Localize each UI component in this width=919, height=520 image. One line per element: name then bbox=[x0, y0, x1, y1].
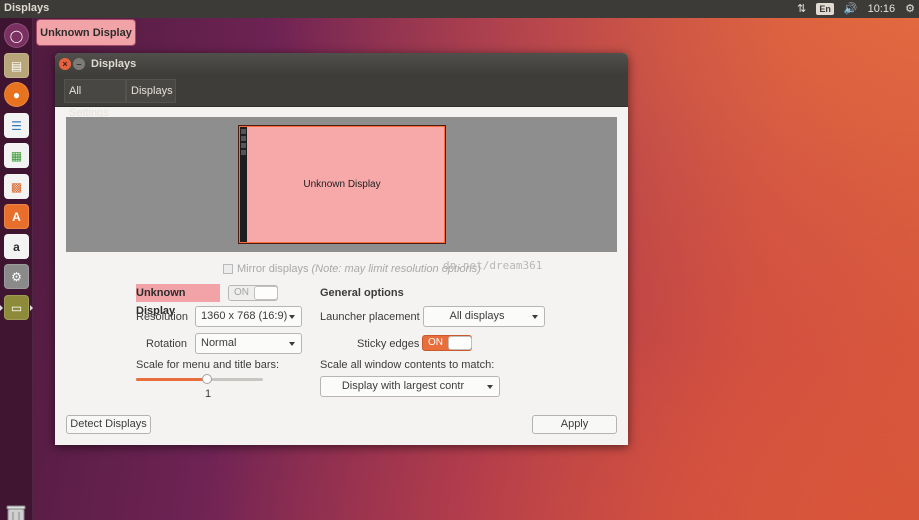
chevron-down-icon bbox=[532, 315, 538, 319]
window-title: Displays bbox=[91, 58, 137, 70]
scale-menu-label: Scale for menu and title bars: bbox=[136, 359, 280, 371]
sticky-switch-state: ON bbox=[428, 337, 443, 348]
displays-settings-icon[interactable]: ▭ bbox=[4, 295, 33, 320]
display-switch-state: ON bbox=[234, 287, 249, 298]
switch-knob bbox=[448, 336, 472, 350]
chevron-down-icon bbox=[289, 315, 295, 319]
scale-value: 1 bbox=[205, 388, 212, 400]
scale-slider-track[interactable] bbox=[136, 378, 263, 381]
rotation-label: Rotation bbox=[146, 338, 187, 350]
monitor-preview[interactable]: Unknown Display bbox=[238, 125, 446, 244]
resolution-label: Resolution bbox=[136, 311, 188, 323]
resolution-select[interactable]: 1360 x 768 (16:9) bbox=[195, 306, 302, 327]
mirror-displays-checkbox[interactable] bbox=[223, 264, 233, 274]
software-center-icon[interactable]: A bbox=[4, 204, 29, 229]
close-icon[interactable]: × bbox=[59, 58, 71, 70]
sticky-edges-switch[interactable]: ON bbox=[422, 335, 472, 351]
rotation-select[interactable]: Normal bbox=[195, 333, 302, 354]
window-titlebar[interactable]: × – Displays bbox=[55, 53, 628, 75]
rotation-value: Normal bbox=[201, 337, 237, 349]
breadcrumb: All Settings Displays bbox=[55, 75, 628, 119]
clock[interactable]: 10:16 bbox=[868, 0, 896, 18]
switch-knob bbox=[254, 286, 278, 300]
gear-icon[interactable]: ⚙ bbox=[905, 0, 915, 18]
monitor-label: Unknown Display bbox=[303, 179, 381, 190]
libreoffice-impress-icon[interactable]: ▩ bbox=[4, 174, 29, 199]
display-name-label: Unknown Display bbox=[136, 284, 220, 317]
launcher-placement-select[interactable]: All displays bbox=[423, 306, 545, 327]
libreoffice-calc-icon[interactable]: ▦ bbox=[4, 143, 29, 168]
chevron-down-icon bbox=[289, 342, 295, 346]
displays-window: × – Displays All Settings Displays Unkno… bbox=[55, 53, 628, 445]
volume-icon[interactable]: 🔊 bbox=[844, 0, 858, 18]
scale-slider-fill bbox=[136, 378, 208, 381]
running-indicator bbox=[0, 305, 3, 311]
general-options-heading: General options bbox=[320, 287, 404, 299]
monitor-launcher-strip bbox=[240, 127, 247, 242]
displays-breadcrumb-button[interactable]: Displays bbox=[126, 79, 176, 103]
top-panel: Displays ⇅ En 🔊 10:16 ⚙ bbox=[0, 0, 919, 18]
scale-all-label: Scale all window contents to match: bbox=[320, 359, 495, 371]
launcher-tooltip: Unknown Display bbox=[36, 19, 136, 46]
scale-all-select[interactable]: Display with largest contr bbox=[320, 376, 500, 397]
display-on-switch[interactable]: ON bbox=[228, 285, 278, 301]
firefox-icon[interactable]: ● bbox=[4, 82, 29, 107]
scale-all-value: Display with largest contr bbox=[341, 380, 465, 392]
sticky-edges-label: Sticky edges bbox=[357, 338, 420, 350]
files-icon[interactable]: ▤ bbox=[4, 53, 29, 78]
detect-displays-button[interactable]: Detect Displays bbox=[66, 415, 151, 434]
libreoffice-writer-icon[interactable]: ☰ bbox=[4, 113, 29, 138]
launcher-placement-value: All displays bbox=[449, 310, 505, 322]
amazon-icon[interactable]: a bbox=[4, 234, 29, 259]
watermark: dn.net/dream361 bbox=[443, 259, 543, 272]
scale-slider-handle[interactable] bbox=[202, 374, 213, 384]
system-settings-icon[interactable]: ⚙ bbox=[4, 264, 29, 289]
launcher: ◯ ▤ ● ☰ ▦ ▩ A a ⚙ ▭ bbox=[0, 18, 33, 520]
monitor-preview-area: Unknown Display bbox=[66, 117, 617, 252]
chevron-down-icon bbox=[487, 385, 493, 389]
launcher-placement-label: Launcher placement bbox=[320, 311, 420, 323]
keyboard-layout-indicator[interactable]: En bbox=[816, 3, 834, 15]
minimize-icon[interactable]: – bbox=[73, 58, 85, 70]
network-arrows-icon[interactable]: ⇅ bbox=[797, 0, 806, 18]
resolution-value: 1360 x 768 (16:9) bbox=[201, 310, 288, 322]
active-app-title: Displays bbox=[4, 2, 50, 14]
apply-button[interactable]: Apply bbox=[532, 415, 617, 434]
all-settings-button[interactable]: All Settings bbox=[64, 79, 126, 119]
indicator-area: ⇅ En 🔊 10:16 ⚙ bbox=[797, 0, 915, 18]
ubuntu-dash-icon[interactable]: ◯ bbox=[4, 23, 29, 48]
trash-icon[interactable] bbox=[5, 504, 27, 520]
mirror-displays-label: Mirror displays bbox=[237, 263, 309, 275]
